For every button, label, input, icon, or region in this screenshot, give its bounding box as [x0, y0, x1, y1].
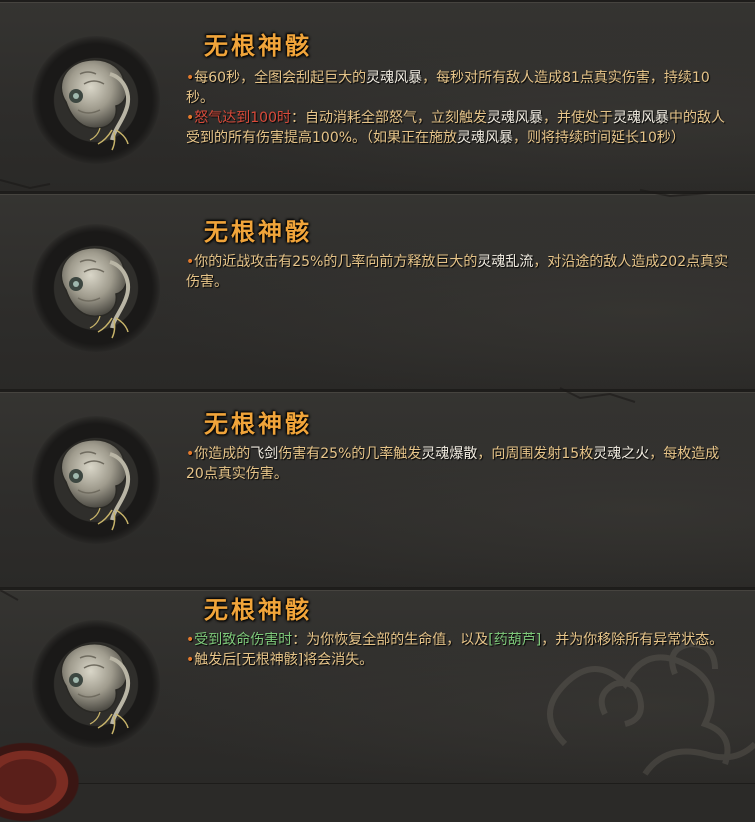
description-segment: 灵魂风暴 [457, 130, 514, 146]
cloud-pattern-decoration [547, 640, 755, 776]
description-segment: 灵魂乱流 [477, 254, 534, 270]
description-segment: 受到致命伤害时 [194, 632, 293, 648]
description-segment: 触发后[无根神骸]将会消失。 [194, 652, 374, 668]
description-segment: 灵魂风暴 [613, 110, 669, 126]
relic-description: •你的近战攻击有25%的几率向前方释放巨大的灵魂乱流，对沿途的敌人造成202点真… [186, 252, 736, 292]
relic-card-3[interactable]: 无根神骸 •你造成的飞剑伤害有25%的几率触发灵魂爆散，向周围发射15枚灵魂之火… [0, 390, 755, 588]
description-segment: 你造成的 [194, 446, 251, 462]
relic-description: •你造成的飞剑伤害有25%的几率触发灵魂爆散，向周围发射15枚灵魂之火，每枚造成… [186, 444, 736, 484]
relic-title: 无根神骸 [204, 31, 312, 60]
description-line: •你造成的飞剑伤害有25%的几率触发灵魂爆散，向周围发射15枚灵魂之火，每枚造成… [186, 444, 736, 484]
relic-title: 无根神骸 [204, 217, 312, 246]
description-segment: [药葫芦] [488, 632, 542, 648]
description-segment: ，并使处于 [543, 110, 613, 126]
description-segment: 飞剑 [250, 446, 279, 462]
description-segment: 你的近战攻击有25%的几率向前方释放巨大的 [194, 254, 478, 270]
withered-skull-relic-icon [60, 643, 130, 735]
relic-description: •受到致命伤害时：为你恢复全部的生命值，以及[药葫芦]，并为你移除所有异常状态。… [186, 630, 736, 670]
description-segment: 灵魂爆散 [421, 446, 478, 462]
description-line: •你的近战攻击有25%的几率向前方释放巨大的灵魂乱流，对沿途的敌人造成202点真… [186, 252, 736, 292]
description-segment: 灵魂风暴 [366, 70, 423, 86]
description-segment: 灵魂风暴 [487, 110, 543, 126]
description-segment: 灵魂之火 [593, 446, 650, 462]
description-line: •每60秒，全图会刮起巨大的灵魂风暴，每秒对所有敌人造成81点真实伤害，持续10… [186, 68, 736, 108]
description-segment: 怒气达到100时 [194, 110, 291, 126]
relic-description: •每60秒，全图会刮起巨大的灵魂风暴，每秒对所有敌人造成81点真实伤害，持续10… [186, 68, 736, 148]
description-line: •触发后[无根神骸]将会消失。 [186, 650, 736, 670]
relic-card-4[interactable]: 无根神骸 •受到致命伤害时：为你恢复全部的生命值，以及[药葫芦]，并为你移除所有… [0, 588, 755, 784]
description-segment: ，向周围发射15枚 [477, 446, 594, 462]
description-line: •怒气达到100时：自动消耗全部怒气，立刻触发灵魂风暴，并使处于灵魂风暴中的敌人… [186, 108, 736, 148]
description-segment: ，则将持续时间延长10秒） [513, 130, 685, 146]
relic-card-2[interactable]: 无根神骸 •你的近战攻击有25%的几率向前方释放巨大的灵魂乱流，对沿途的敌人造成… [0, 192, 755, 390]
description-segment: ，并为你移除所有异常状态。 [541, 632, 724, 648]
relic-card-1[interactable]: 无根神骸 •每60秒，全图会刮起巨大的灵魂风暴，每秒对所有敌人造成81点真实伤害… [0, 0, 755, 192]
description-segment: 伤害有25%的几率触发 [278, 446, 422, 462]
description-line: •受到致命伤害时：为你恢复全部的生命值，以及[药葫芦]，并为你移除所有异常状态。 [186, 630, 736, 650]
relic-title: 无根神骸 [204, 409, 312, 438]
description-segment: ：自动消耗全部怒气，立刻触发 [291, 110, 487, 126]
relic-title: 无根神骸 [204, 595, 312, 624]
description-segment: ：为你恢复全部的生命值，以及 [292, 632, 489, 648]
withered-skull-relic-icon [60, 59, 130, 151]
description-segment: 每60秒，全图会刮起巨大的 [194, 70, 367, 86]
withered-skull-relic-icon [60, 247, 130, 339]
withered-skull-relic-icon [60, 439, 130, 531]
